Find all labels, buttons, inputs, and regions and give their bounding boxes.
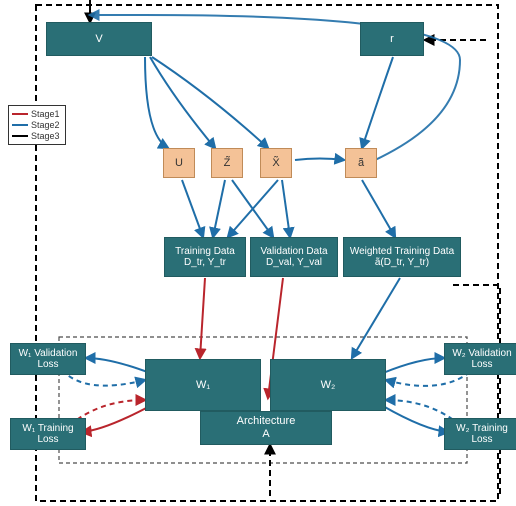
label-w2-val-loss: W₂ Validation Loss [449,348,515,371]
block-training-data: Training Data D_tr, Y_tr [164,237,246,277]
block-w1-train-loss: W₁ Training Loss [10,418,86,450]
label-w1-val-loss: W₁ Validation Loss [15,348,81,371]
label-atilde: ã [358,157,364,170]
block-w2-train-loss: W₂ Training Loss [444,418,516,450]
label-validation-data: Validation Data D_val, Y_val [260,246,327,269]
block-w1-val-loss: W₁ Validation Loss [10,343,86,375]
legend-stage2: Stage2 [12,120,62,130]
block-atilde: ã [345,148,377,178]
block-weighted-training-data: Weighted Training Data ã(D_tr, Y_tr) [343,237,461,277]
legend-stage1: Stage1 [12,109,62,119]
legend: Stage1 Stage2 Stage3 [8,105,66,145]
label-U: U [175,157,183,170]
swatch-stage2 [12,124,28,126]
label-r: r [390,33,394,46]
label-V: V [95,33,102,46]
swatch-stage3 [12,135,28,137]
block-validation-data: Validation Data D_val, Y_val [250,237,338,277]
label-architecture-A: Architecture A [237,415,296,440]
label-w1-train-loss: W₁ Training Loss [15,423,81,446]
block-W1: W₁ [145,359,261,411]
legend-stage3-label: Stage3 [31,131,60,141]
legend-stage3: Stage3 [12,131,62,141]
legend-stage1-label: Stage1 [31,109,60,119]
block-w2-val-loss: W₂ Validation Loss [444,343,516,375]
legend-stage2-label: Stage2 [31,120,60,130]
block-U: U [163,148,195,178]
label-training-data: Training Data D_tr, Y_tr [175,246,235,269]
block-architecture-A: Architecture A [200,411,332,445]
block-Xtilde: X̃ [260,148,292,178]
block-r: r [360,22,424,56]
label-w2-train-loss: W₂ Training Loss [449,423,515,446]
block-V: V [46,22,152,56]
block-Ztilde: Z̃ [211,148,243,178]
label-Ztilde: Z̃ [224,157,231,170]
label-weighted-training-data: Weighted Training Data ã(D_tr, Y_tr) [350,246,454,269]
label-W2: W₂ [321,379,336,392]
label-Xtilde: X̃ [272,157,279,170]
swatch-stage1 [12,113,28,115]
block-W2: W₂ [270,359,386,411]
label-W1: W₁ [196,379,210,392]
